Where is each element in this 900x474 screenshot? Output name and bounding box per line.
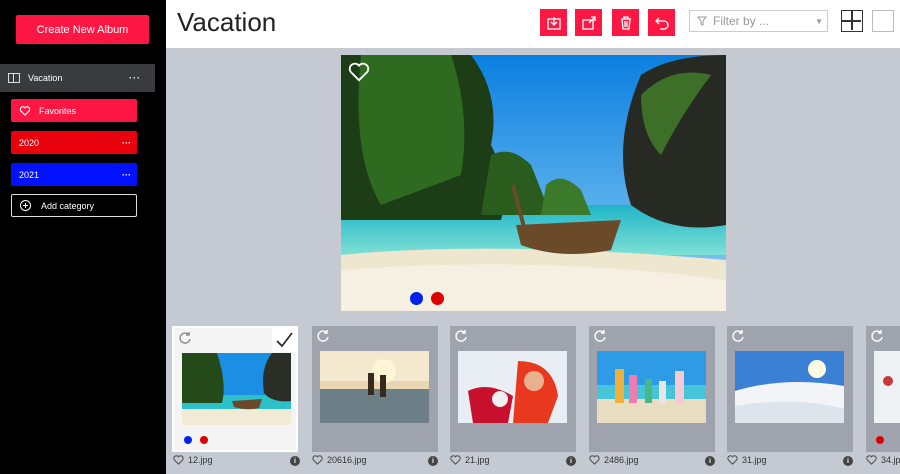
category-more-button[interactable]: ··· <box>122 170 131 180</box>
header: Vacation Filter by ... ▼ <box>166 0 900 48</box>
category-label: Favorites <box>39 105 77 116</box>
file-name: 2486.jpg <box>604 455 639 465</box>
file-name: 12.jpg <box>188 455 213 465</box>
add-category-button[interactable]: Add category <box>11 194 137 217</box>
thumbnail-label: 2486.jpg <box>589 455 639 465</box>
tag-dot-red <box>200 436 208 444</box>
rotate-icon[interactable] <box>870 329 884 343</box>
heart-icon[interactable] <box>727 455 738 465</box>
category-more-button[interactable]: ··· <box>122 138 131 148</box>
main-photo[interactable] <box>341 55 726 311</box>
import-button[interactable] <box>540 9 567 36</box>
category-2020[interactable]: 2020 ··· <box>11 131 137 154</box>
heart-icon <box>19 105 31 116</box>
thumbnail-image <box>597 351 706 423</box>
rotate-icon[interactable] <box>593 329 607 343</box>
file-name: 20616.jpg <box>327 455 367 465</box>
file-name: 34.jp <box>881 455 900 465</box>
checkmark-icon[interactable] <box>272 328 296 352</box>
thumbnail-card[interactable] <box>866 326 900 452</box>
thumbnail-label: 20616.jpg <box>312 455 367 465</box>
chevron-down-icon: ▼ <box>815 16 823 26</box>
thumbnail-card[interactable] <box>450 326 576 452</box>
undo-icon <box>654 17 669 30</box>
page-title: Vacation <box>177 7 277 37</box>
info-icon[interactable]: i <box>428 456 438 466</box>
thumbnail-card[interactable] <box>312 326 438 452</box>
grid-view-icon[interactable] <box>841 10 863 32</box>
single-view-icon[interactable] <box>872 10 894 32</box>
favorite-heart-icon[interactable] <box>348 62 370 82</box>
create-new-album-button[interactable]: Create New Album <box>16 15 149 44</box>
heart-icon[interactable] <box>450 455 461 465</box>
album-item-vacation[interactable]: Vacation ··· <box>0 64 155 92</box>
category-label: 2021 <box>19 169 40 180</box>
info-icon[interactable]: i <box>705 456 715 466</box>
tag-dot-red <box>876 436 884 444</box>
funnel-icon <box>697 16 707 26</box>
heart-icon[interactable] <box>173 455 184 465</box>
thumbnail-card[interactable] <box>172 326 298 452</box>
thumbnail-image <box>735 351 844 423</box>
export-icon <box>581 15 596 30</box>
thumbnail-card[interactable] <box>727 326 853 452</box>
thumbnail-label: 21.jpg <box>450 455 490 465</box>
thumbnail-image <box>874 351 900 423</box>
sidebar: Create New Album Vacation ··· Favorites … <box>0 0 166 474</box>
thumbnail-label: 34.jp <box>866 455 900 465</box>
heart-icon[interactable] <box>589 455 600 465</box>
plus-circle-icon <box>20 200 31 211</box>
tag-dot-blue <box>184 436 192 444</box>
rotate-icon[interactable] <box>731 329 745 343</box>
heart-icon[interactable] <box>312 455 323 465</box>
info-icon[interactable]: i <box>566 456 576 466</box>
rotate-icon[interactable] <box>316 329 330 343</box>
thumbnail-image <box>182 353 291 425</box>
album-more-button[interactable]: ··· <box>129 73 141 83</box>
tag-dot-red <box>431 292 444 305</box>
tag-dot-blue <box>410 292 423 305</box>
delete-button[interactable] <box>612 9 639 36</box>
category-label: 2020 <box>19 137 40 148</box>
thumbnail-label: 31.jpg <box>727 455 767 465</box>
thumbnail-card[interactable] <box>589 326 715 452</box>
file-name: 21.jpg <box>465 455 490 465</box>
filter-dropdown[interactable]: Filter by ... ▼ <box>689 10 828 32</box>
file-name: 31.jpg <box>742 455 767 465</box>
filter-placeholder: Filter by ... <box>713 14 770 28</box>
thumbnail-label: 12.jpg <box>173 455 213 465</box>
album-name: Vacation <box>28 73 63 83</box>
trash-icon <box>620 15 631 30</box>
category-favorites[interactable]: Favorites <box>11 99 137 122</box>
beach-photo <box>341 55 726 311</box>
rotate-icon[interactable] <box>178 331 192 345</box>
thumbnail-image <box>320 351 429 423</box>
import-icon <box>546 16 561 30</box>
album-book-icon <box>8 73 20 83</box>
info-icon[interactable]: i <box>290 456 300 466</box>
thumbnail-image <box>458 351 567 423</box>
rotate-icon[interactable] <box>454 329 468 343</box>
info-icon[interactable]: i <box>843 456 853 466</box>
category-2021[interactable]: 2021 ··· <box>11 163 137 186</box>
export-button[interactable] <box>575 9 602 36</box>
add-category-label: Add category <box>41 200 95 211</box>
heart-icon[interactable] <box>866 455 877 465</box>
undo-button[interactable] <box>648 9 675 36</box>
